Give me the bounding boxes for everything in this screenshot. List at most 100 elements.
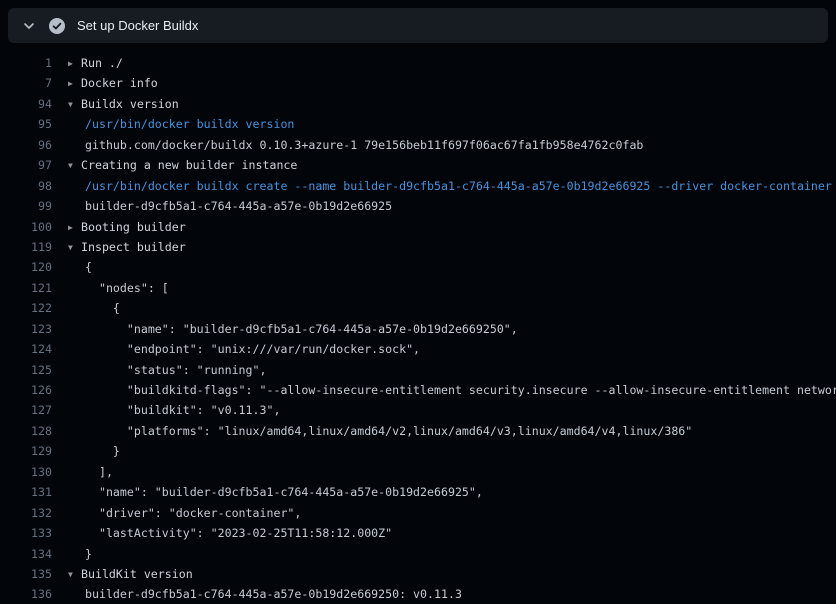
log-text: "status": "running", (85, 363, 266, 377)
log-group-toggle[interactable]: ▶Docker info (68, 73, 158, 93)
log-output-text: "platforms": "linux/amd64,linux/amd64/v2… (68, 421, 692, 441)
log-group-title: Booting builder (81, 220, 186, 234)
log-scroll-area[interactable]: 1▶Run ./7▶Docker info94▼Buildx version95… (0, 43, 836, 604)
line-number[interactable]: 98 (0, 176, 52, 196)
log-output-text: "buildkit": "v0.11.3", (68, 400, 280, 420)
log-command-text: /usr/bin/docker buildx create --name bui… (68, 176, 832, 196)
log-text: "name": "builder-d9cfb5a1-c764-445a-a57e… (85, 322, 518, 336)
log-line: 136 builder-d9cfb5a1-c764-445a-a57e-0b19d… (0, 584, 836, 604)
log-output-text: "name": "builder-d9cfb5a1-c764-445a-a57e… (68, 319, 518, 339)
log-line: 98/usr/bin/docker buildx create --name b… (0, 176, 836, 196)
line-number[interactable]: 133 (0, 523, 52, 543)
line-number[interactable]: 124 (0, 339, 52, 359)
log-line: 1 ▶ Run ./ (0, 53, 836, 73)
log-line: 97 ▼ Creating a new builder instance (0, 155, 836, 175)
log-line: 133 "lastActivity": "2023-02-25T11:58:12… (0, 523, 836, 543)
step-header-set-up-docker-buildx[interactable]: Set up Docker Buildx (8, 8, 828, 43)
log-text: } (85, 547, 92, 561)
line-number[interactable]: 132 (0, 503, 52, 523)
line-number[interactable]: 123 (0, 319, 52, 339)
log-text: "endpoint": "unix:///var/run/docker.sock… (85, 342, 420, 356)
line-number[interactable]: 122 (0, 298, 52, 318)
log-group-title: Buildx version (81, 97, 179, 111)
line-number[interactable]: 121 (0, 278, 52, 298)
line-number[interactable]: 125 (0, 360, 52, 380)
line-number[interactable]: 97 (0, 155, 52, 175)
line-number[interactable]: 128 (0, 421, 52, 441)
triangle-down-icon: ▼ (68, 238, 77, 258)
line-number[interactable]: 126 (0, 380, 52, 400)
log-output-text: { (68, 298, 120, 318)
triangle-right-icon: ▶ (68, 218, 77, 238)
log-line: 129 } (0, 441, 836, 461)
log-line: 96 github.com/docker/buildx 0.10.3+azure-… (0, 135, 836, 155)
log-output-text: github.com/docker/buildx 0.10.3+azure-1 … (68, 135, 643, 155)
log-line: 95/usr/bin/docker buildx version (0, 114, 836, 134)
log-line: 128 "platforms": "linux/amd64,linux/amd6… (0, 421, 836, 441)
triangle-down-icon: ▼ (68, 156, 77, 176)
log-output-text: } (68, 544, 92, 564)
line-number[interactable]: 130 (0, 462, 52, 482)
line-number[interactable]: 127 (0, 400, 52, 420)
actions-log-viewer: { "header": { "title": "Set up Docker Bu… (0, 0, 836, 604)
line-number[interactable]: 95 (0, 114, 52, 134)
line-number[interactable]: 94 (0, 94, 52, 114)
log-text: builder-d9cfb5a1-c764-445a-a57e-0b19d2e6… (85, 199, 392, 213)
log-line: 119 ▼ Inspect builder (0, 237, 836, 257)
log-line: 124 "endpoint": "unix:///var/run/docker.… (0, 339, 836, 359)
log-output-text: "nodes": [ (68, 278, 169, 298)
chevron-down-icon[interactable] (22, 19, 36, 33)
log-group-toggle[interactable]: ▶ Run ./ (68, 53, 123, 73)
log-line: 127 "buildkit": "v0.11.3", (0, 400, 836, 420)
log-output-text: builder-d9cfb5a1-c764-445a-a57e-0b19d2e6… (68, 584, 462, 604)
log-group-toggle[interactable]: ▼ Inspect builder (68, 237, 186, 257)
log-text: { (85, 260, 92, 274)
log-output-text: ], (68, 462, 113, 482)
log-text: "lastActivity": "2023-02-25T11:58:12.000… (85, 526, 392, 540)
log-line: 134} (0, 544, 836, 564)
line-number[interactable]: 119 (0, 237, 52, 257)
log-text: "driver": "docker-container", (85, 506, 301, 520)
triangle-right-icon: ▶ (68, 74, 77, 94)
log-group-toggle[interactable]: ▼ Creating a new builder instance (68, 155, 297, 175)
line-number[interactable]: 96 (0, 135, 52, 155)
log-line: 7 ▶Docker info (0, 73, 836, 93)
log-text: builder-d9cfb5a1-c764-445a-a57e-0b19d2e6… (85, 587, 462, 601)
line-number[interactable]: 7 (0, 73, 52, 93)
log-group-title: Inspect builder (81, 240, 186, 254)
log-group-title: Creating a new builder instance (81, 158, 297, 172)
line-number[interactable]: 100 (0, 217, 52, 237)
log-text: "platforms": "linux/amd64,linux/amd64/v2… (85, 424, 692, 438)
log-text: github.com/docker/buildx 0.10.3+azure-1 … (85, 138, 643, 152)
log-line: 125 "status": "running", (0, 360, 836, 380)
log-output-text: "driver": "docker-container", (68, 503, 301, 523)
log-line: 130 ], (0, 462, 836, 482)
triangle-down-icon: ▼ (68, 565, 77, 585)
log-output-text: "buildkitd-flags": "--allow-insecure-ent… (68, 380, 836, 400)
log-text: /usr/bin/docker buildx version (85, 117, 294, 131)
log-group-toggle[interactable]: ▼Buildx version (68, 94, 179, 114)
line-number[interactable]: 99 (0, 196, 52, 216)
line-number[interactable]: 1 (0, 53, 52, 73)
log-output-text: { (68, 257, 92, 277)
log-output-text: "lastActivity": "2023-02-25T11:58:12.000… (68, 523, 392, 543)
line-number[interactable]: 129 (0, 441, 52, 461)
line-number[interactable]: 136 (0, 584, 52, 604)
log-line: 120 { (0, 257, 836, 277)
line-number[interactable]: 135 (0, 564, 52, 584)
log-line: 131 "name": "builder-d9cfb5a1-c764-445a-… (0, 482, 836, 502)
log-line: 94 ▼Buildx version (0, 94, 836, 114)
log-group-toggle[interactable]: ▶ Booting builder (68, 217, 186, 237)
line-number[interactable]: 134 (0, 544, 52, 564)
log-command-text: /usr/bin/docker buildx version (68, 114, 294, 134)
log-text: ], (85, 465, 113, 479)
log-group-title: Run ./ (81, 56, 123, 70)
line-number[interactable]: 131 (0, 482, 52, 502)
log-output-text: } (68, 441, 120, 461)
check-circle-icon (49, 18, 65, 34)
log-line: 132 "driver": "docker-container", (0, 503, 836, 523)
log-text: "name": "builder-d9cfb5a1-c764-445a-a57e… (85, 485, 483, 499)
log-group-toggle[interactable]: ▼BuildKit version (68, 564, 193, 584)
line-number[interactable]: 120 (0, 257, 52, 277)
triangle-right-icon: ▶ (68, 54, 77, 74)
